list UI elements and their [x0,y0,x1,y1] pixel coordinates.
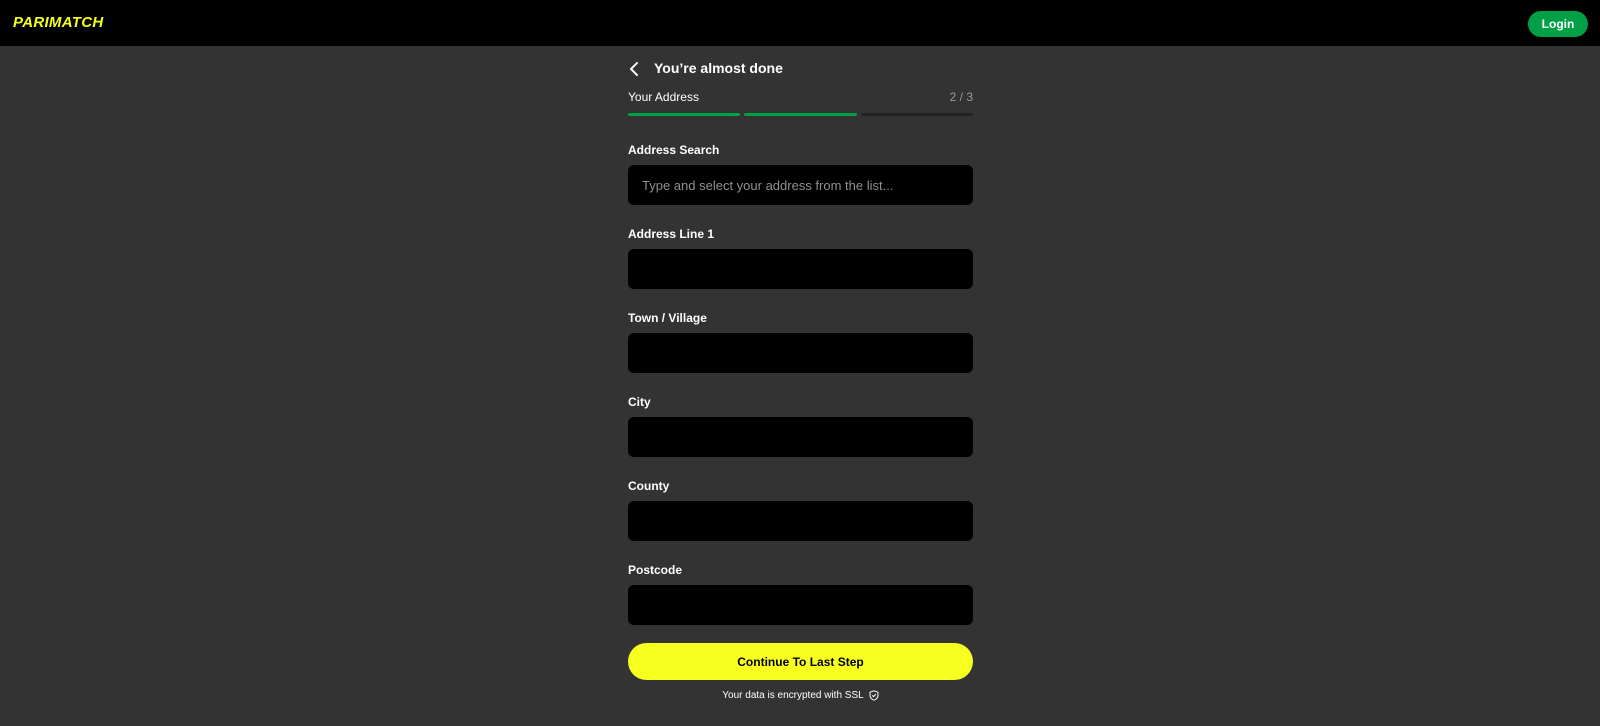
parimatch-logo[interactable]: PARIMATCH [13,14,103,31]
town-village-label: Town / Village [628,311,707,325]
step-indicator: Your Address 2 / 3 [628,90,973,108]
postcode-input[interactable] [628,585,973,625]
progress-segment-complete [744,113,857,116]
shield-check-icon [869,690,879,701]
step-count: 2 / 3 [949,90,973,104]
address-search-input[interactable] [628,165,973,205]
postcode-group: Postcode [628,563,973,625]
city-input[interactable] [628,417,973,457]
continue-button[interactable]: Continue To Last Step [628,643,973,680]
back-button[interactable] [626,61,642,77]
ssl-note-text: Your data is encrypted with SSL [722,690,864,701]
progress-segment-pending [860,113,973,116]
form-header: You’re almost done [628,46,973,90]
progress-segment-complete [628,113,741,116]
address-line-1-group: Address Line 1 [628,227,973,289]
county-label: County [628,479,670,493]
top-bar: PARIMATCH Login [0,0,1600,46]
address-search-group: Address Search [628,143,973,205]
login-button[interactable]: Login [1528,11,1588,37]
ssl-notice: Your data is encrypted with SSL [628,690,973,701]
step-label: Your Address [628,90,699,104]
registration-panel: You’re almost done Your Address 2 / 3 Ad… [628,46,973,701]
step-progress-bar [628,113,973,116]
address-line-1-label: Address Line 1 [628,227,715,241]
town-village-group: Town / Village [628,311,973,373]
county-input[interactable] [628,501,973,541]
city-group: City [628,395,973,457]
town-village-input[interactable] [628,333,973,373]
address-form: Address Search Address Line 1 Town / Vil… [628,143,973,625]
chevron-left-icon [630,62,638,76]
address-line-1-input[interactable] [628,249,973,289]
city-label: City [628,395,651,409]
page-title: You’re almost done [654,60,783,76]
address-search-label: Address Search [628,143,720,157]
county-group: County [628,479,973,541]
postcode-label: Postcode [628,563,683,577]
